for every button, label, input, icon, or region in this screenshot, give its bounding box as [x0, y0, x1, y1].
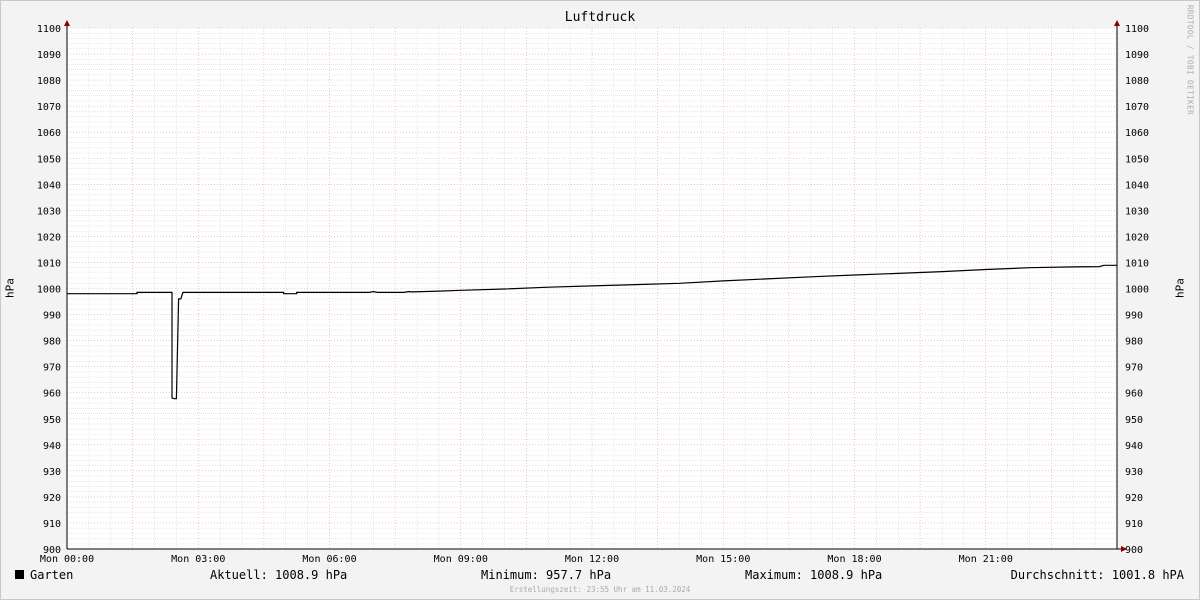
y-tick-label-right: 990	[1125, 311, 1143, 322]
y-tick-label-right: 910	[1125, 519, 1143, 530]
x-tick-label: Mon 12:00	[565, 554, 619, 565]
x-tick-label: Mon 06:00	[302, 554, 356, 565]
legend-minimum: Minimum: 957.7 hPa	[481, 568, 612, 582]
x-tick-label: Mon 18:00	[827, 554, 881, 565]
y-tick-label-right: 960	[1125, 389, 1143, 400]
x-tick-label: Mon 00:00	[40, 554, 94, 565]
y-tick-label-left: 1100	[37, 24, 61, 35]
watermark: RRDTOOL / TOBI OETIKER	[1185, 4, 1195, 116]
footer-timestamp: Erstellungszeit: 23:55 Uhr am 11.03.2024	[509, 585, 691, 594]
y-tick-label-left: 950	[43, 415, 61, 426]
y-tick-label-right: 1030	[1125, 206, 1149, 217]
y-tick-label-right: 980	[1125, 337, 1143, 348]
y-tick-label-left: 1070	[37, 102, 61, 113]
y-tick-label-right: 920	[1125, 493, 1143, 504]
y-tick-label-left: 1060	[37, 128, 61, 139]
y-tick-label-left: 970	[43, 363, 61, 374]
y-tick-label-left: 960	[43, 389, 61, 400]
y-tick-label-left: 1000	[37, 285, 61, 296]
y-tick-label-left: 910	[43, 519, 61, 530]
legend-durchschnitt: Durchschnitt: 1001.8 hPA	[1010, 568, 1184, 582]
y-tick-label-left: 1020	[37, 232, 61, 243]
y-tick-label-right: 1000	[1125, 285, 1149, 296]
y-tick-label-right: 930	[1125, 467, 1143, 478]
x-tick-label: Mon 09:00	[434, 554, 488, 565]
y-tick-label-right: 1020	[1125, 232, 1149, 243]
y-tick-label-left: 1050	[37, 154, 61, 165]
chart-title: Luftdruck	[564, 10, 636, 25]
y-tick-label-right: 970	[1125, 363, 1143, 374]
x-tick-label: Mon 15:00	[696, 554, 750, 565]
y-tick-label-right: 940	[1125, 441, 1143, 452]
y-tick-label-left: 1040	[37, 180, 61, 191]
y-tick-label-right: 1040	[1125, 180, 1149, 191]
y-tick-label-left: 990	[43, 311, 61, 322]
x-tick-label: Mon 21:00	[959, 554, 1013, 565]
legend-aktuell: Aktuell: 1008.9 hPa	[210, 568, 348, 582]
y-tick-label-right: 1080	[1125, 76, 1149, 87]
y-tick-label-left: 1030	[37, 206, 61, 217]
y-tick-label-right: 950	[1125, 415, 1143, 426]
y-tick-label-right: 1070	[1125, 102, 1149, 113]
y-tick-label-right: 900	[1125, 545, 1143, 556]
y-tick-label-left: 930	[43, 467, 61, 478]
legend-row: Garten Aktuell: 1008.9 hPa Minimum: 957.…	[0, 568, 1200, 584]
y-tick-label-left: 940	[43, 441, 61, 452]
y-tick-label-left: 980	[43, 337, 61, 348]
y-tick-label-right: 1090	[1125, 50, 1149, 61]
chart-canvas: 900 900910 910920 920930 930940 940950 950960 9…	[37, 20, 1149, 565]
y-tick-label-right: 1100	[1125, 24, 1149, 35]
y-tick-label-left: 1010	[37, 258, 61, 269]
legend-series-name: Garten	[30, 568, 74, 582]
y-tick-label-left: 1080	[37, 76, 61, 87]
y-axis-label-right: hPa	[1173, 278, 1187, 298]
y-axis-label-left: hPa	[3, 278, 17, 298]
x-tick-label: Mon 03:00	[171, 554, 225, 565]
y-tick-label-right: 1050	[1125, 154, 1149, 165]
y-tick-label-left: 1090	[37, 50, 61, 61]
y-tick-label-left: 920	[43, 493, 61, 504]
y-tick-label-right: 1010	[1125, 258, 1149, 269]
legend-maximum: Maximum: 1008.9 hPa	[745, 568, 883, 582]
y-tick-label-right: 1060	[1125, 128, 1149, 139]
